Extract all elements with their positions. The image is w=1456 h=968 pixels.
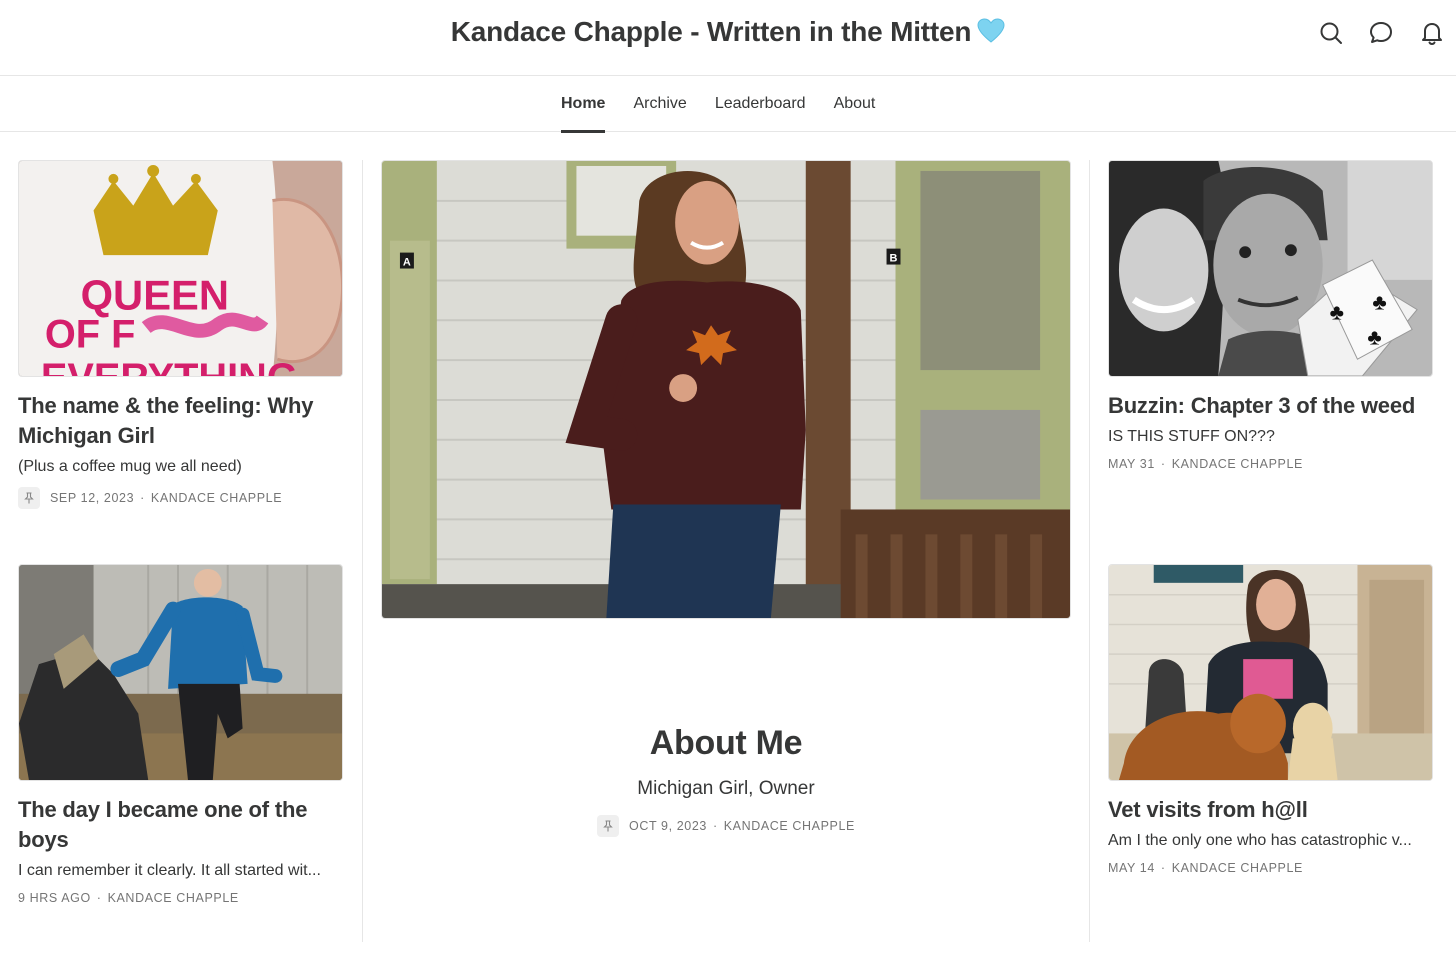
- door-label-b: B: [890, 253, 898, 265]
- meta-separator: ·: [712, 819, 718, 833]
- post-title[interactable]: The name & the feeling: Why Michigan Gir…: [18, 391, 343, 451]
- post-meta: SEP 12, 2023 · KANDACE CHAPPLE: [18, 487, 343, 509]
- post-thumbnail[interactable]: [1108, 564, 1433, 781]
- svg-text:♣: ♣: [1372, 290, 1386, 315]
- post-date: SEP 12, 2023: [50, 491, 135, 505]
- tab-home[interactable]: Home: [561, 76, 606, 133]
- post-author[interactable]: KANDACE CHAPPLE: [724, 819, 855, 833]
- post-date: MAY 31: [1108, 457, 1155, 471]
- post-author[interactable]: KANDACE CHAPPLE: [1172, 457, 1303, 471]
- tab-about[interactable]: About: [834, 76, 876, 132]
- vet-visit-image: [1109, 565, 1432, 780]
- pin-icon: [597, 815, 619, 837]
- post-title[interactable]: Buzzin: Chapter 3 of the weed: [1108, 391, 1433, 421]
- about-me-photo: A B: [382, 161, 1070, 618]
- post-date: 9 HRS AGO: [18, 891, 91, 905]
- column-divider: [1089, 160, 1090, 942]
- post-subtitle: IS THIS STUFF ON???: [1108, 428, 1275, 445]
- featured-post-meta: OCT 9, 2023 · KANDACE CHAPPLE: [381, 815, 1071, 837]
- post-subtitle: I can remember it clearly. It all starte…: [18, 862, 321, 879]
- search-icon[interactable]: [1318, 20, 1344, 46]
- post-date: OCT 9, 2023: [629, 819, 707, 833]
- light-blue-heart-icon: [977, 18, 1005, 43]
- post-meta: MAY 31 · KANDACE CHAPPLE: [1108, 457, 1433, 471]
- post-thumbnail[interactable]: QUEEN OF F EVERYTHING: [18, 160, 343, 377]
- featured-post-image[interactable]: A B: [381, 160, 1071, 619]
- meta-separator: ·: [1160, 861, 1166, 875]
- post-meta: MAY 14 · KANDACE CHAPPLE: [1108, 861, 1433, 875]
- mug-text-line-3: EVERYTHING: [41, 356, 298, 376]
- queen-mug-image: QUEEN OF F EVERYTHING: [19, 161, 342, 376]
- post-meta: 9 HRS AGO · KANDACE CHAPPLE: [18, 891, 343, 905]
- pin-icon: [18, 487, 40, 509]
- post-title[interactable]: Vet visits from h@ll: [1108, 795, 1433, 825]
- site-header: Kandace Chapple - Written in the Mitten: [0, 0, 1456, 76]
- post-subtitle: Am I the only one who has catastrophic v…: [1108, 832, 1412, 849]
- post-author[interactable]: KANDACE CHAPPLE: [108, 891, 239, 905]
- svg-text:♣: ♣: [1367, 324, 1381, 349]
- post-author[interactable]: KANDACE CHAPPLE: [1172, 861, 1303, 875]
- nav-bar: Home Archive Leaderboard About: [0, 76, 1456, 133]
- post-card[interactable]: The day I became one of the boys I can r…: [18, 564, 343, 905]
- post-subtitle: (Plus a coffee mug we all need): [18, 458, 242, 475]
- site-title[interactable]: Kandace Chapple - Written in the Mitten: [0, 16, 1456, 48]
- featured-post-title[interactable]: About Me: [381, 724, 1071, 763]
- tab-archive[interactable]: Archive: [633, 76, 686, 132]
- bell-icon[interactable]: [1419, 20, 1445, 46]
- svg-text:♣: ♣: [1330, 300, 1344, 325]
- boy-mower-image: [19, 565, 342, 780]
- meta-separator: ·: [1160, 457, 1166, 471]
- meta-separator: ·: [140, 491, 145, 505]
- post-card[interactable]: Vet visits from h@ll Am I the only one w…: [1108, 564, 1433, 875]
- meta-separator: ·: [96, 891, 102, 905]
- post-thumbnail[interactable]: [18, 564, 343, 781]
- nav-tabs: Home Archive Leaderboard About: [561, 76, 903, 133]
- post-card[interactable]: ♣ ♣ ♣ Buzzin: Chapter 3 of the weed IS T…: [1108, 160, 1433, 471]
- post-author[interactable]: KANDACE CHAPPLE: [151, 491, 282, 505]
- site-title-text[interactable]: Kandace Chapple - Written in the Mitten: [451, 16, 972, 47]
- mug-text-line-2: OF F: [45, 312, 136, 356]
- post-title[interactable]: The day I became one of the boys: [18, 795, 343, 855]
- couple-cards-image: ♣ ♣ ♣: [1109, 161, 1432, 376]
- post-thumbnail[interactable]: ♣ ♣ ♣: [1108, 160, 1433, 377]
- post-card[interactable]: QUEEN OF F EVERYTHING The name & the fee…: [18, 160, 343, 509]
- tab-leaderboard[interactable]: Leaderboard: [715, 76, 806, 132]
- featured-post-subtitle: Michigan Girl, Owner: [637, 778, 815, 799]
- chat-bubble-icon[interactable]: [1368, 20, 1394, 46]
- post-date: MAY 14: [1108, 861, 1155, 875]
- door-label-a: A: [403, 257, 411, 269]
- column-divider: [362, 160, 363, 942]
